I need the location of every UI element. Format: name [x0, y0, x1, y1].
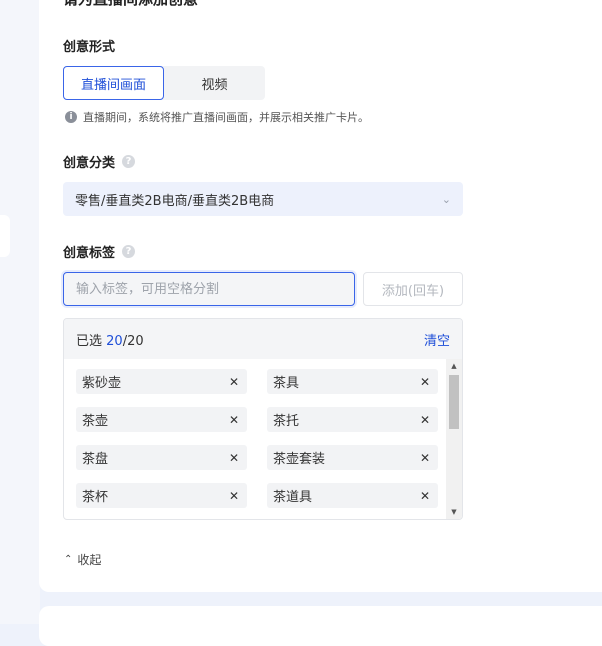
- chevron-down-icon: ⌄: [441, 192, 451, 206]
- collapse-button[interactable]: ⌃ 收起: [64, 551, 101, 568]
- close-icon[interactable]: ✕: [229, 375, 239, 389]
- tag-chip-label: 茶杯: [82, 490, 109, 505]
- tags-scrollbar[interactable]: ▲ ▼: [446, 359, 462, 519]
- selected-prefix: 已选: [76, 333, 107, 349]
- tag-chip-label: 茶壶: [82, 414, 109, 429]
- add-tag-button[interactable]: 添加(回车): [363, 272, 463, 306]
- left-sidebar-strip: [0, 0, 40, 624]
- selected-max: /20: [122, 333, 144, 349]
- close-icon[interactable]: ✕: [229, 489, 239, 503]
- close-icon[interactable]: ✕: [420, 413, 430, 427]
- tag-chip: 茶托 ✕: [267, 407, 438, 432]
- tag-chip-label: 茶托: [273, 414, 300, 429]
- tag-chip: 紫砂壶 ✕: [76, 369, 247, 394]
- collapse-label: 收起: [77, 553, 102, 567]
- tags-label: 创意标签 ?: [63, 242, 136, 261]
- tag-chip-label: 茶道具: [273, 490, 313, 505]
- creative-form-label: 创意形式: [63, 36, 115, 55]
- tag-chip-label: 茶具: [273, 376, 300, 391]
- scroll-down-arrow-icon[interactable]: ▼: [446, 505, 462, 519]
- category-label: 创意分类 ?: [63, 152, 136, 171]
- option-live-room-screen[interactable]: 直播间画面: [63, 66, 164, 100]
- help-icon[interactable]: ?: [122, 245, 136, 258]
- close-icon[interactable]: ✕: [420, 375, 430, 389]
- close-icon[interactable]: ✕: [229, 413, 239, 427]
- tag-chip-label: 茶壶套装: [273, 452, 326, 467]
- tags-label-text: 创意标签: [63, 246, 116, 261]
- close-icon[interactable]: ✕: [229, 451, 239, 465]
- hint-text: 直播期间，系统将推广直播间画面，并展示相关推广卡片。: [83, 111, 369, 124]
- category-label-text: 创意分类: [63, 156, 116, 171]
- left-sidebar-tab[interactable]: [0, 215, 10, 257]
- selected-count: 已选 20/20: [76, 330, 144, 349]
- tag-chip-label: 茶盘: [82, 452, 109, 467]
- option-video[interactable]: 视频: [164, 66, 265, 100]
- tag-chip: 茶道具 ✕: [267, 483, 438, 508]
- help-icon[interactable]: ?: [122, 155, 136, 168]
- tag-chip: 茶盘 ✕: [76, 445, 247, 470]
- creative-form-selector: 直播间画面 视频: [63, 66, 265, 100]
- tag-input[interactable]: [63, 272, 355, 306]
- creative-form-hint: i 直播期间，系统将推广直播间画面，并展示相关推广卡片。: [65, 109, 369, 125]
- tags-scroll-area[interactable]: 紫砂壶 ✕ 茶具 ✕ 茶壶 ✕ 茶托 ✕ 茶盘 ✕ 茶壶套装 ✕ 茶杯 ✕ 茶道具 ✕: [64, 359, 446, 519]
- selected-tags-header: 已选 20/20 清空: [64, 319, 462, 359]
- scroll-thumb[interactable]: [449, 375, 459, 429]
- close-icon[interactable]: ✕: [420, 451, 430, 465]
- selected-tags-panel: 已选 20/20 清空 紫砂壶 ✕ 茶具 ✕ 茶壶 ✕ 茶托 ✕ 茶盘 ✕ 茶壶套装 ✕ 茶杯 ✕ 茶道具 ✕…: [63, 318, 463, 520]
- tag-chip: 茶杯 ✕: [76, 483, 247, 508]
- tag-chip: 茶壶 ✕: [76, 407, 247, 432]
- tag-grid: 紫砂壶 ✕ 茶具 ✕ 茶壶 ✕ 茶托 ✕ 茶盘 ✕ 茶壶套装 ✕ 茶杯 ✕ 茶道具 ✕: [76, 369, 438, 508]
- close-icon[interactable]: ✕: [420, 489, 430, 503]
- category-select-value: 零售/垂直类2B电商/垂直类2B电商: [75, 193, 275, 209]
- clear-tags-button[interactable]: 清空: [424, 330, 450, 349]
- next-card: [39, 606, 602, 646]
- tag-chip-label: 紫砂壶: [82, 376, 122, 391]
- info-icon: i: [65, 111, 77, 123]
- tag-chip: 茶壶套装 ✕: [267, 445, 438, 470]
- section-heading: 请为直播间添加创意: [63, 0, 198, 9]
- chevron-up-icon: ⌃: [64, 554, 73, 565]
- creative-form-label-text: 创意形式: [63, 40, 116, 55]
- selected-count-number: 20: [106, 333, 123, 349]
- category-select[interactable]: 零售/垂直类2B电商/垂直类2B电商 ⌄: [63, 182, 463, 216]
- tag-chip: 茶具 ✕: [267, 369, 438, 394]
- scroll-up-arrow-icon[interactable]: ▲: [446, 359, 462, 373]
